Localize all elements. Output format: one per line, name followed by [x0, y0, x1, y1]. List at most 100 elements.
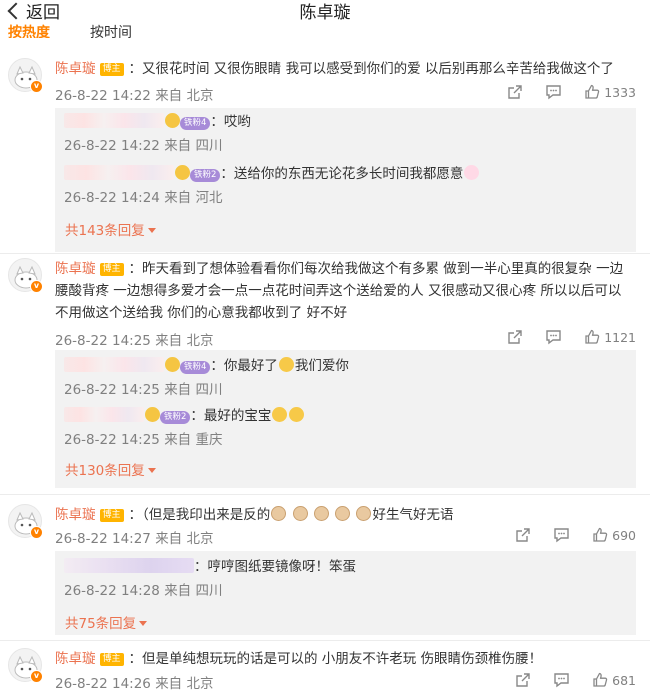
reply-item: 铁粉2 ：送给你的东西无论花多长时间我都愿意 26-8-22 14:24 来自 河…: [64, 164, 636, 208]
comment-body-line: 不用做这个送给我 你们的心意我都收到了 好不好: [55, 305, 348, 321]
caret-down-icon: [139, 621, 148, 626]
thumbs-up-icon: [593, 527, 608, 542]
comment-meta: 26-8-22 14:22 来自 北京: [55, 84, 213, 104]
reply-location: 来自 四川: [164, 382, 223, 398]
comment-author[interactable]: 陈卓璇: [55, 61, 96, 77]
tab-sort-hot[interactable]: 按热度: [8, 25, 50, 38]
like-count: 1333: [604, 84, 636, 100]
comment-actions: 690: [493, 527, 636, 543]
verified-badge-icon: v: [30, 280, 43, 293]
reply-time: 26-8-22 14:22: [64, 138, 160, 154]
comment-text: 陈卓璇 博主 ：昨天看到了想体验看看你们每次给我做这个有多累 做到一半心里真的很复杂…: [55, 258, 636, 324]
comment-body: ：（但是我印出来是反的: [128, 507, 271, 523]
author-tag: 博主: [99, 653, 124, 666]
like-button[interactable]: 690: [592, 527, 636, 543]
reply-list: 铁粉4 ：哎哟 26-8-22 14:22 来自 四川 铁粉2 ：送给你的东西无论花…: [55, 108, 636, 252]
fan-avatar-icon: [145, 407, 160, 422]
rabbit-emoji-icon: [464, 165, 480, 180]
caret-down-icon: [147, 228, 156, 233]
comment-location: 来自 北京: [155, 531, 214, 547]
comment-icon: [554, 673, 569, 688]
reply-button[interactable]: [545, 329, 562, 345]
reply-body: ：送给你的东西无论花多长时间我都愿意: [220, 166, 464, 182]
verified-badge-icon: v: [30, 526, 43, 539]
comment-location: 来自 北京: [155, 88, 214, 104]
comment-author[interactable]: 陈卓璇: [55, 651, 96, 667]
divider: [0, 640, 650, 641]
comment-time: 26-8-22 14:22: [55, 88, 151, 104]
share-button[interactable]: [515, 672, 531, 688]
thumbs-up-icon: [593, 672, 608, 687]
fan-level-badge: 铁粉4: [180, 361, 211, 374]
reply-text: ：哼哼图纸要镜像呀！笨蛋: [64, 557, 636, 577]
blurred-username: [64, 113, 164, 128]
divider: [0, 253, 650, 254]
more-replies-link[interactable]: 共130条回复: [65, 459, 156, 479]
comment-time: 26-8-22 14:27: [55, 531, 151, 547]
reply-time: 26-8-22 14:25: [64, 432, 160, 448]
comment-location: 来自 北京: [155, 333, 214, 349]
more-replies-link[interactable]: 共75条回复: [65, 612, 148, 632]
like-button[interactable]: 681: [592, 672, 636, 688]
comment-text: 陈卓璇 博主 ：（但是我印出来是反的 好生气好无语: [55, 504, 636, 526]
comment-meta: 26-8-22 14:26 来自 北京: [55, 672, 213, 692]
shocked-emoji-icon: [289, 407, 305, 422]
reply-body: ：哎哟: [210, 114, 251, 130]
more-replies-label: 共143条回复: [65, 223, 145, 239]
cat-emoji-icon: [271, 506, 287, 521]
comment-body-after: 好生气好无语: [372, 507, 454, 523]
tab-sort-time[interactable]: 按时间: [90, 25, 132, 38]
verified-badge-icon: v: [30, 80, 43, 93]
thumbs-up-icon: [585, 329, 600, 344]
comment-body-line: 腰酸背疼 一边想得多爱才会一点一点花时间弄这个送给爱的人 又很感动又很心疼 所以…: [55, 283, 622, 299]
share-button[interactable]: [515, 527, 531, 543]
cat-emoji-icon: [313, 506, 329, 521]
share-button[interactable]: [507, 329, 523, 345]
comment-body: ：但是单纯想玩玩的话是可以的 小朋友不许老玩 伤眼睛伤颈椎伤腰！: [128, 651, 543, 667]
blurred-username: [64, 165, 174, 180]
reply-meta: 26-8-22 14:22 来自 四川: [64, 136, 636, 156]
comment-text: 陈卓璇 博主 ：但是单纯想玩玩的话是可以的 小朋友不许老玩 伤眼睛伤颈椎伤腰！: [55, 648, 636, 670]
like-button[interactable]: 1333: [584, 84, 636, 100]
author-tag: 博主: [99, 263, 124, 276]
fan-level-badge: 铁粉2: [190, 169, 221, 182]
sort-tabs: 按热度 按时间: [8, 22, 132, 38]
reply-body-after: 我们爱你: [294, 358, 349, 374]
cat-emoji-icon: [356, 506, 372, 521]
reply-button[interactable]: [553, 672, 570, 688]
reply-text: 铁粉2 ：最好的宝宝: [64, 406, 636, 426]
share-icon: [508, 330, 522, 344]
blurred-username: [64, 357, 164, 372]
verified-badge-icon: v: [30, 670, 43, 683]
reply-time: 26-8-22 14:28: [64, 583, 160, 599]
author-tag: 博主: [99, 63, 124, 76]
reply-button[interactable]: [545, 84, 562, 100]
reply-item: 铁粉4 ：哎哟 26-8-22 14:22 来自 四川: [64, 112, 636, 156]
comment-icon: [554, 528, 569, 543]
reply-time: 26-8-22 14:25: [64, 382, 160, 398]
reply-body: ：你最好了: [210, 358, 278, 374]
reply-body: ：最好的宝宝: [190, 408, 272, 424]
more-replies-label: 共75条回复: [65, 616, 137, 632]
comment-meta: 26-8-22 14:25 来自 北京: [55, 329, 213, 349]
like-count: 1121: [604, 329, 636, 345]
like-button[interactable]: 1121: [584, 329, 636, 345]
comment-author[interactable]: 陈卓璇: [55, 261, 96, 277]
reply-body: ：哼哼图纸要镜像呀！笨蛋: [194, 559, 356, 575]
comment-actions: 1333: [485, 84, 636, 100]
comment-meta: 26-8-22 14:27 来自 北京: [55, 527, 213, 547]
reply-time: 26-8-22 14:24: [64, 190, 160, 206]
comment-icon: [546, 330, 561, 345]
reply-location: 来自 四川: [164, 138, 223, 154]
comment-author[interactable]: 陈卓璇: [55, 507, 96, 523]
blurred-username: [64, 407, 144, 422]
share-icon: [508, 85, 522, 99]
thumbs-up-icon: [585, 84, 600, 99]
reply-item: ：哼哼图纸要镜像呀！笨蛋 26-8-22 14:28 来自 四川: [64, 557, 636, 601]
share-button[interactable]: [507, 84, 523, 100]
divider: [0, 494, 650, 495]
back-button[interactable]: 返回: [4, 0, 60, 23]
share-icon: [516, 528, 530, 542]
reply-button[interactable]: [553, 527, 570, 543]
more-replies-link[interactable]: 共143条回复: [65, 219, 156, 239]
